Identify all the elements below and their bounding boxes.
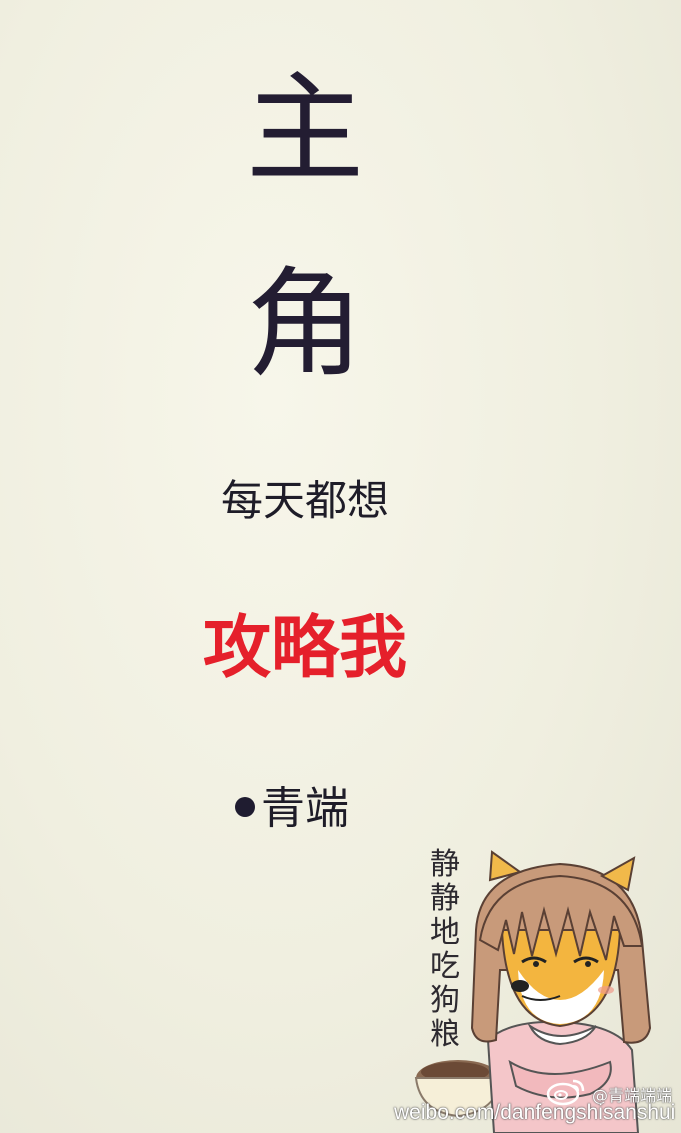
author-line: 青端 bbox=[235, 787, 395, 831]
subtitle-line-2-highlight: 攻略我 bbox=[202, 609, 407, 688]
watermark-url: weibo.com/danfengshisanshui bbox=[394, 1101, 676, 1124]
subtitle-line-1: 每天都想 bbox=[220, 476, 389, 525]
author-name: 青端 bbox=[261, 783, 349, 834]
title-char-2: 角 bbox=[245, 255, 364, 393]
title-char-1: 主 bbox=[245, 60, 364, 198]
bullet-dot-icon bbox=[235, 797, 255, 817]
